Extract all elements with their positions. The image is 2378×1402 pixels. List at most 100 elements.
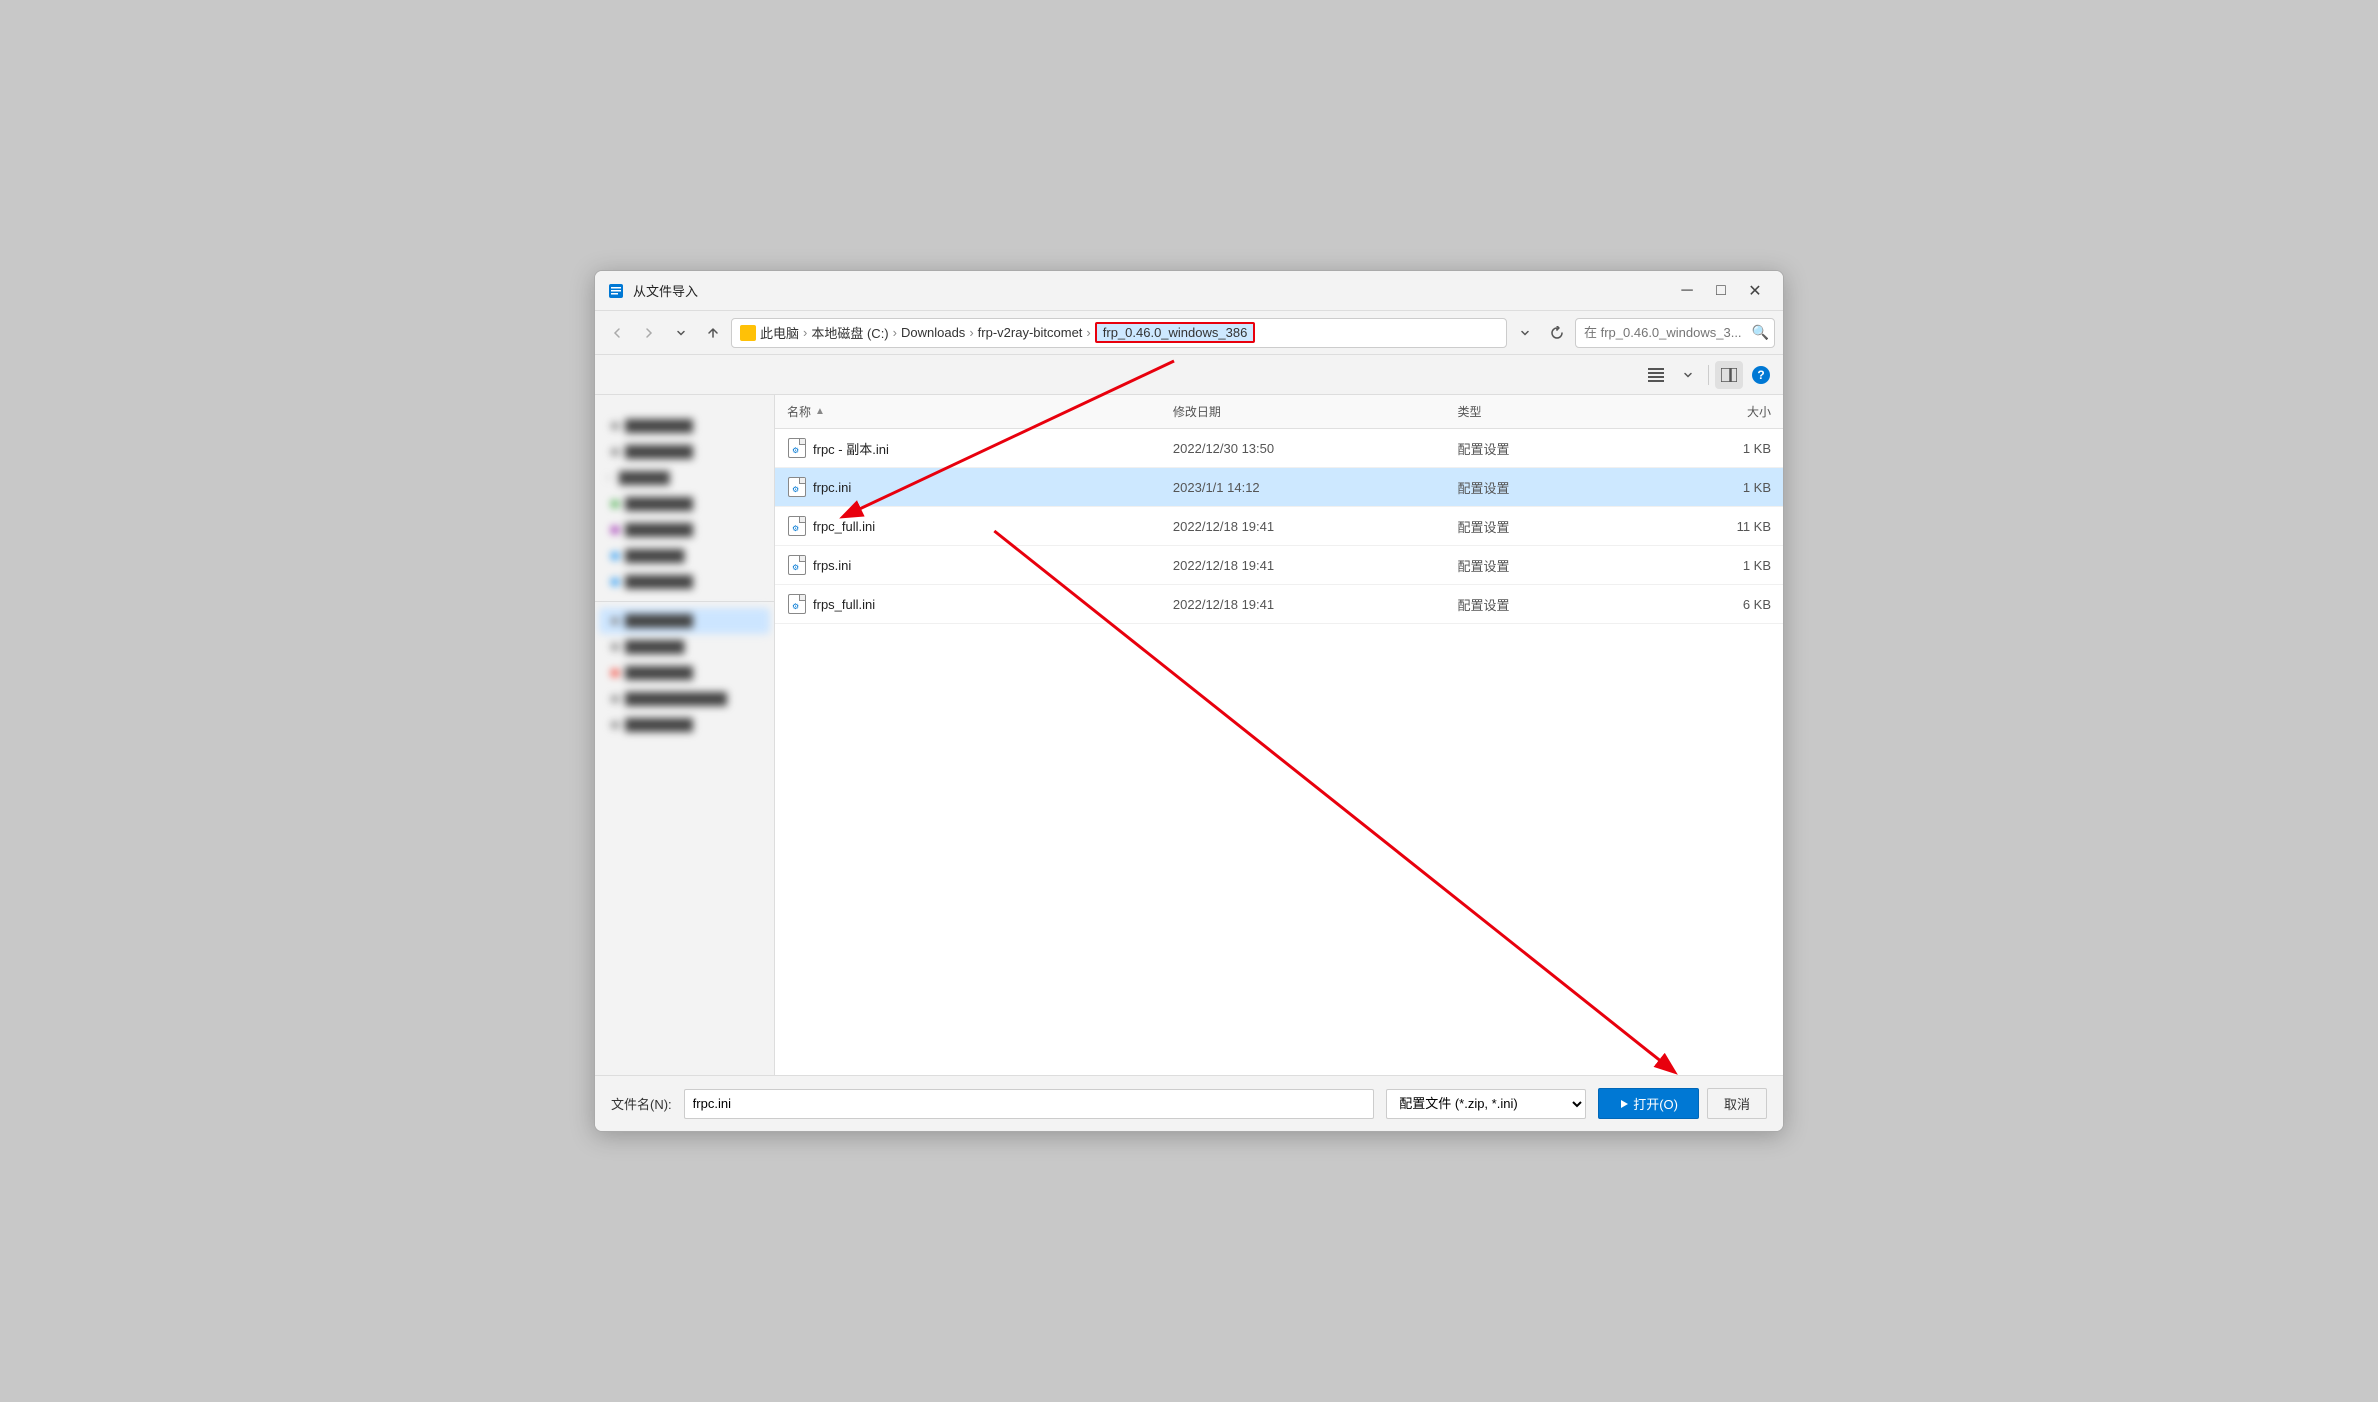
col-header-name[interactable]: 名称 ▲	[775, 395, 1161, 428]
filename-label: 文件名(N):	[611, 1094, 672, 1113]
filename-input[interactable]	[684, 1089, 1375, 1119]
search-wrapper: 🔍	[1575, 318, 1775, 348]
file-type: 配置设置	[1445, 548, 1643, 583]
file-list-header: 名称 ▲ 修改日期 类型 大小	[775, 395, 1783, 429]
file-size: 1 KB	[1643, 472, 1783, 503]
file-size: 11 KB	[1643, 511, 1783, 542]
path-part-frp: frp-v2ray-bitcomet	[978, 325, 1083, 340]
file-icon: ⚙	[787, 437, 807, 459]
sidebar-item-11[interactable]: ████████████	[599, 686, 770, 712]
address-bar: 此电脑 › 本地磁盘 (C:) › Downloads › frp-v2ray-…	[595, 311, 1783, 355]
col-header-size[interactable]: 大小	[1643, 395, 1783, 428]
file-type: 配置设置	[1445, 431, 1643, 466]
sidebar-label-3: ██████	[619, 471, 670, 485]
address-dropdown-button[interactable]	[1511, 319, 1539, 347]
recent-button[interactable]	[667, 319, 695, 347]
table-row[interactable]: ⚙ frpc.ini 2023/1/1 14:12 配置设置 1 KB	[775, 468, 1783, 507]
file-icon: ⚙	[787, 515, 807, 537]
sidebar: ████████ ████████ › ██████ ████████ ████…	[595, 395, 775, 1075]
path-current-folder: frp_0.46.0_windows_386	[1095, 322, 1256, 343]
sidebar-dot-12	[611, 721, 619, 729]
sidebar-item-6[interactable]: ███████	[599, 543, 770, 569]
file-date: 2022/12/18 19:41	[1161, 511, 1446, 542]
file-date: 2022/12/18 19:41	[1161, 589, 1446, 620]
close-button[interactable]: ✕	[1739, 277, 1771, 305]
sidebar-item-5[interactable]: ████████	[599, 517, 770, 543]
filetype-select[interactable]: 配置文件 (*.zip, *.ini)	[1386, 1089, 1586, 1119]
file-icon: ⚙	[787, 593, 807, 615]
window-title: 从文件导入	[633, 281, 1671, 300]
bottom-bar: 文件名(N): 配置文件 (*.zip, *.ini) 打开(O) 取消	[595, 1075, 1783, 1131]
file-name: frps_full.ini	[813, 597, 875, 612]
sidebar-label-1: ████████	[625, 419, 693, 433]
sidebar-label-12: ████████	[625, 718, 693, 732]
back-button[interactable]	[603, 319, 631, 347]
file-date: 2022/12/30 13:50	[1161, 433, 1446, 464]
table-row[interactable]: ⚙ frps_full.ini 2022/12/18 19:41 配置设置 6 …	[775, 585, 1783, 624]
sidebar-item-10[interactable]: ████████	[599, 660, 770, 686]
file-type: 配置设置	[1445, 509, 1643, 544]
path-part-downloads: Downloads	[901, 325, 965, 340]
file-icon: ⚙	[787, 554, 807, 576]
refresh-button[interactable]	[1543, 319, 1571, 347]
view-list-button[interactable]	[1642, 361, 1670, 389]
file-name: frpc.ini	[813, 480, 851, 495]
sidebar-label-11: ████████████	[625, 692, 727, 706]
toolbar: ?	[595, 355, 1783, 395]
file-size: 6 KB	[1643, 589, 1783, 620]
maximize-button[interactable]: □	[1705, 277, 1737, 305]
file-name: frpc - 副本.ini	[813, 439, 889, 458]
forward-button[interactable]	[635, 319, 663, 347]
view-dropdown-button[interactable]	[1674, 361, 1702, 389]
minimize-button[interactable]: ─	[1671, 277, 1703, 305]
main-content: ████████ ████████ › ██████ ████████ ████…	[595, 395, 1783, 1075]
table-row[interactable]: ⚙ frps.ini 2022/12/18 19:41 配置设置 1 KB	[775, 546, 1783, 585]
col-header-date[interactable]: 修改日期	[1161, 395, 1446, 428]
sidebar-dot-9	[611, 643, 619, 651]
sidebar-item-3[interactable]: › ██████	[599, 465, 770, 491]
up-button[interactable]	[699, 319, 727, 347]
title-bar: 从文件导入 ─ □ ✕	[595, 271, 1783, 311]
sidebar-dot-10	[611, 669, 619, 677]
sidebar-item-12[interactable]: ████████	[599, 712, 770, 738]
file-size: 1 KB	[1643, 433, 1783, 464]
sidebar-label-7: ████████	[625, 575, 693, 589]
sidebar-item-8[interactable]: ████████	[599, 608, 770, 634]
folder-icon	[740, 325, 756, 341]
help-button[interactable]: ?	[1747, 361, 1775, 389]
file-date: 2023/1/1 14:12	[1161, 472, 1446, 503]
sidebar-label-5: ████████	[625, 523, 693, 537]
sidebar-arrow-3: ›	[607, 472, 611, 484]
toolbar-divider	[1708, 365, 1709, 385]
file-name: frpc_full.ini	[813, 519, 875, 534]
file-type: 配置设置	[1445, 587, 1643, 622]
file-list: 名称 ▲ 修改日期 类型 大小 ⚙ frpc - 副本.ini 2022/12/…	[775, 395, 1783, 1075]
sidebar-label-8: ████████	[625, 614, 693, 628]
sidebar-label-10: ████████	[625, 666, 693, 680]
sidebar-dot-5	[611, 526, 619, 534]
empty-space	[775, 624, 1783, 944]
search-input[interactable]	[1575, 318, 1775, 348]
address-path[interactable]: 此电脑 › 本地磁盘 (C:) › Downloads › frp-v2ray-…	[731, 318, 1507, 348]
sidebar-item-7[interactable]: ████████	[599, 569, 770, 595]
sidebar-label-9: ███████	[625, 640, 685, 654]
sidebar-item-4[interactable]: ████████	[599, 491, 770, 517]
col-header-type[interactable]: 类型	[1445, 395, 1643, 428]
file-size: 1 KB	[1643, 550, 1783, 581]
sidebar-item-9[interactable]: ███████	[599, 634, 770, 660]
open-button[interactable]: 打开(O)	[1598, 1088, 1699, 1119]
sidebar-dot-8	[611, 617, 619, 625]
sidebar-dot-4	[611, 500, 619, 508]
sidebar-item-1[interactable]: ████████	[599, 413, 770, 439]
cancel-button[interactable]: 取消	[1707, 1088, 1767, 1119]
table-row[interactable]: ⚙ frpc_full.ini 2022/12/18 19:41 配置设置 11…	[775, 507, 1783, 546]
file-icon: ⚙	[787, 476, 807, 498]
table-row[interactable]: ⚙ frpc - 副本.ini 2022/12/30 13:50 配置设置 1 …	[775, 429, 1783, 468]
action-buttons: 打开(O) 取消	[1598, 1088, 1767, 1119]
path-part-disk: 本地磁盘 (C:)	[811, 323, 888, 342]
sidebar-dot-6	[611, 552, 619, 560]
sidebar-item-2[interactable]: ████████	[599, 439, 770, 465]
window-controls: ─ □ ✕	[1671, 277, 1771, 305]
sidebar-label-4: ████████	[625, 497, 693, 511]
preview-pane-button[interactable]	[1715, 361, 1743, 389]
